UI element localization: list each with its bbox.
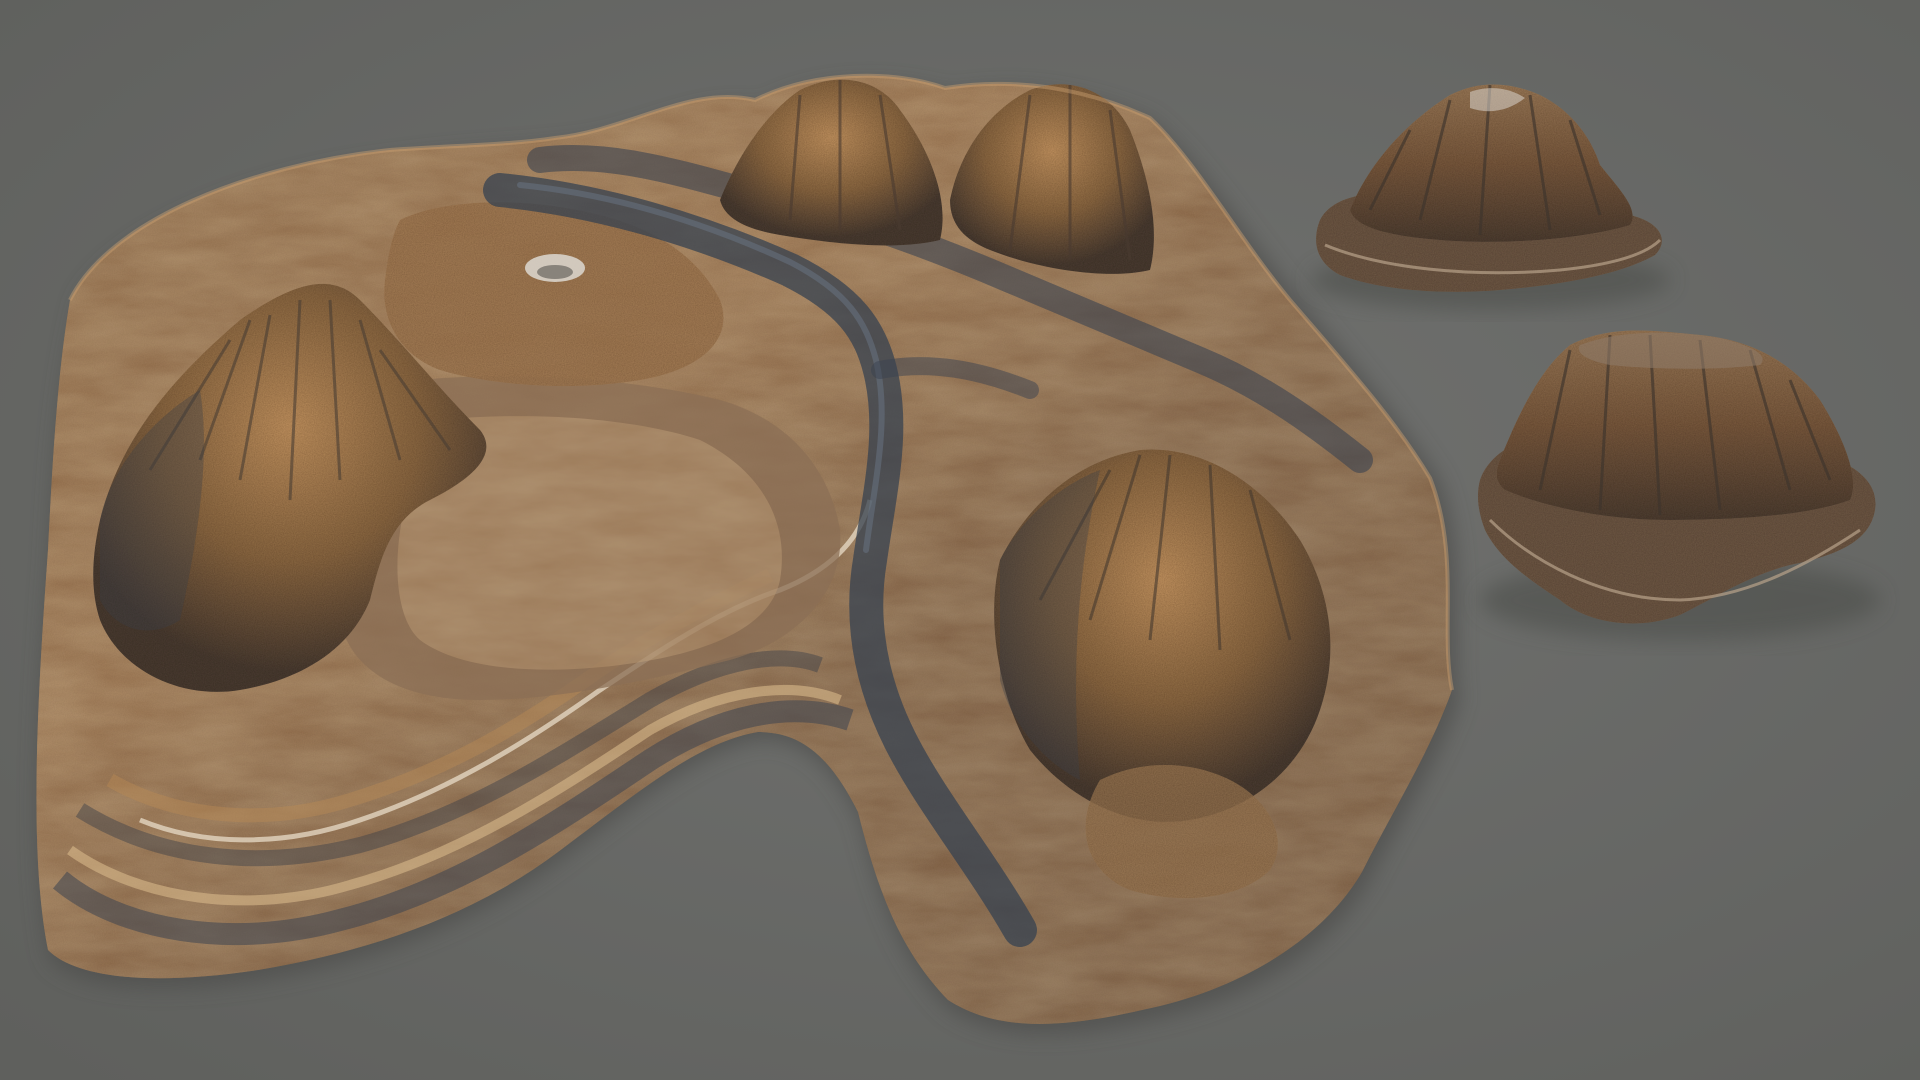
terrain-scene	[0, 0, 1920, 1080]
3d-viewport	[0, 0, 1920, 1080]
crater-inner	[537, 265, 573, 279]
